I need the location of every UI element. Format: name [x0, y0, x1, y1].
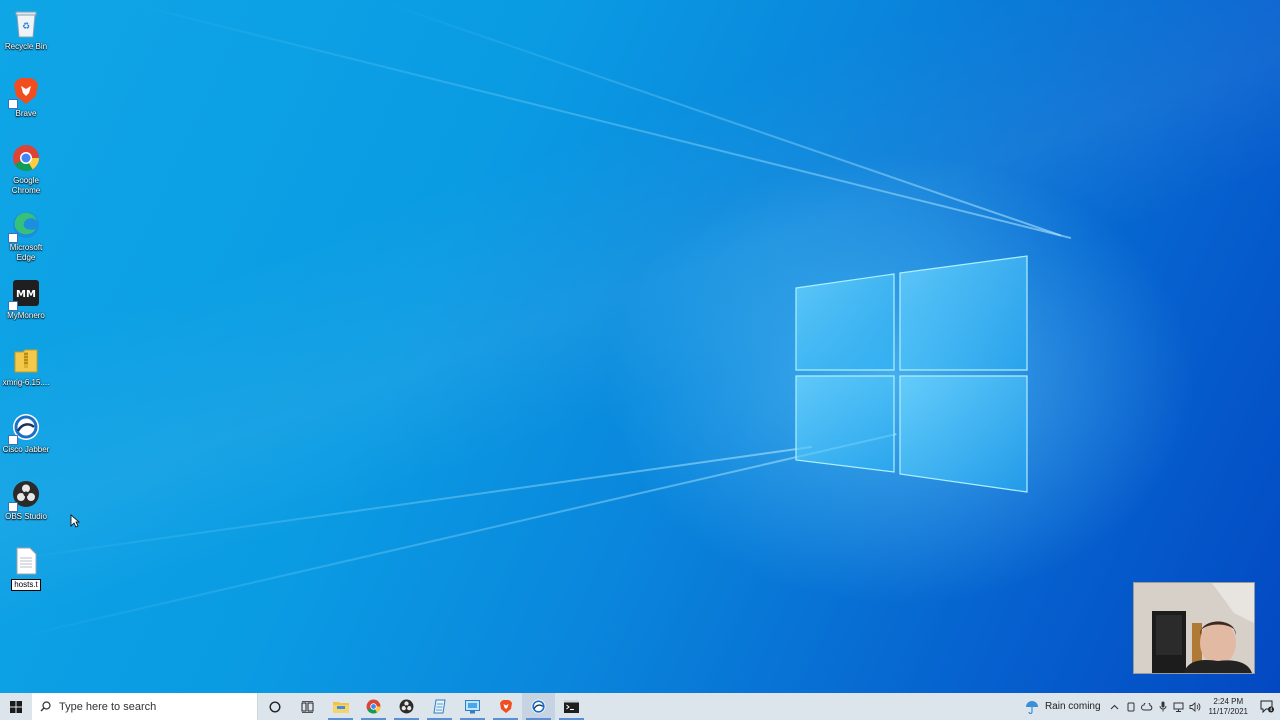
desktop[interactable]: ♻ Recycle Bin Brave Google Chrome Micros…	[0, 0, 1280, 693]
microphone-icon	[1159, 701, 1166, 712]
desktop-icon-mymonero[interactable]: MM MyMonero	[0, 273, 52, 335]
svg-text:MM: MM	[16, 289, 36, 300]
desktop-icon-hosts-file[interactable]: hosts.t	[0, 541, 52, 603]
cortana-button[interactable]	[258, 693, 291, 720]
desktop-icon-brave[interactable]: Brave	[0, 71, 52, 133]
speaker-icon	[1189, 701, 1200, 712]
notepad-icon	[432, 699, 446, 714]
tray-network-button[interactable]	[1171, 693, 1187, 720]
desktop-icon-label: Microsoft Edge	[9, 243, 43, 262]
light-beam	[119, 0, 1072, 240]
cortana-icon	[268, 700, 281, 713]
webcam-overlay	[1133, 582, 1255, 674]
desktop-icon-google-chrome[interactable]: Google Chrome	[0, 138, 52, 200]
system-tray: Rain coming 2:24 PM 11/17/2021 4	[1019, 693, 1280, 720]
windows-logo-wallpaper	[795, 255, 1028, 493]
task-view-icon	[301, 700, 314, 713]
taskbar-command-prompt[interactable]	[555, 693, 588, 720]
brave-icon	[8, 75, 42, 109]
cisco-jabber-icon	[531, 699, 546, 714]
text-file-icon	[10, 545, 42, 577]
search-placeholder: Type here to search	[59, 700, 157, 713]
command-prompt-icon	[564, 700, 579, 713]
taskbar-chrome[interactable]	[357, 693, 390, 720]
desktop-icon-label: Cisco Jabber	[2, 445, 50, 454]
desktop-icon-label: xmrig-6.15....	[2, 378, 50, 387]
cisco-jabber-icon	[8, 411, 42, 445]
network-icon	[1173, 702, 1184, 712]
taskbar-search-box[interactable]: Type here to search	[32, 693, 258, 720]
chevron-up-icon	[1110, 704, 1119, 709]
notification-icon: 4	[1260, 700, 1274, 713]
show-hidden-icons-button[interactable]	[1107, 693, 1123, 720]
clock-time: 2:24 PM	[1213, 696, 1244, 706]
edge-icon	[8, 209, 42, 243]
recycle-bin-icon: ♻	[10, 8, 42, 40]
obs-icon	[8, 478, 42, 512]
obs-icon	[399, 699, 414, 714]
light-beam	[379, 0, 1062, 237]
chrome-icon	[366, 699, 381, 714]
notification-count: 4	[1270, 707, 1273, 713]
taskbar: Type here to search Rain coming 2:24 PM …	[0, 693, 1280, 720]
desktop-icon-label: Google Chrome	[11, 176, 41, 195]
svg-text:♻: ♻	[22, 22, 30, 32]
tray-volume-button[interactable]	[1187, 693, 1203, 720]
taskbar-notepad[interactable]	[423, 693, 456, 720]
desktop-icon-recycle-bin[interactable]: ♻ Recycle Bin	[0, 4, 52, 66]
tray-network-icon-button[interactable]	[1123, 693, 1139, 720]
taskbar-clock[interactable]: 2:24 PM 11/17/2021	[1203, 697, 1254, 717]
task-view-button[interactable]	[291, 693, 324, 720]
windows-start-icon	[10, 700, 22, 713]
taskbar-control-panel[interactable]	[456, 693, 489, 720]
brave-icon	[499, 700, 512, 713]
file-explorer-icon	[332, 702, 349, 713]
taskbar-file-explorer[interactable]	[324, 693, 357, 720]
weather-widget[interactable]: Rain coming	[1019, 700, 1107, 714]
desktop-icon-cisco-jabber[interactable]: Cisco Jabber	[0, 407, 52, 469]
desktop-icon-label: Brave	[15, 109, 37, 118]
desktop-icon-label: OBS Studio	[5, 512, 47, 521]
action-center-button[interactable]: 4	[1254, 693, 1280, 720]
weather-text: Rain coming	[1044, 701, 1101, 712]
rename-textbox[interactable]: hosts.t	[11, 579, 41, 591]
tray-onedrive-button[interactable]	[1139, 693, 1155, 720]
taskbar-brave[interactable]	[489, 693, 522, 720]
desktop-icon-xmrig-folder[interactable]: xmrig-6.15....	[0, 340, 52, 402]
clock-date: 11/17/2021	[1208, 706, 1248, 716]
desktop-icon-microsoft-edge[interactable]: Microsoft Edge	[0, 205, 52, 267]
chrome-icon	[10, 142, 42, 174]
desktop-icon-label: Recycle Bin	[4, 42, 48, 51]
search-icon	[40, 701, 51, 712]
taskbar-cisco-jabber[interactable]	[522, 693, 555, 720]
folder-zip-icon	[10, 344, 42, 376]
umbrella-icon	[1025, 700, 1038, 714]
mymonero-icon: MM	[8, 277, 42, 311]
start-button[interactable]	[0, 693, 32, 720]
light-beam	[0, 433, 897, 642]
mouse-cursor-icon	[70, 514, 80, 528]
light-beam	[0, 445, 813, 562]
desktop-icon-obs-studio[interactable]: OBS Studio	[0, 474, 52, 536]
desktop-icon-label: MyMonero	[7, 311, 45, 320]
taskbar-obs[interactable]	[390, 693, 423, 720]
tray-microphone-button[interactable]	[1155, 693, 1171, 720]
cloud-icon	[1140, 702, 1152, 710]
control-panel-icon	[465, 699, 480, 713]
device-icon	[1127, 702, 1135, 711]
